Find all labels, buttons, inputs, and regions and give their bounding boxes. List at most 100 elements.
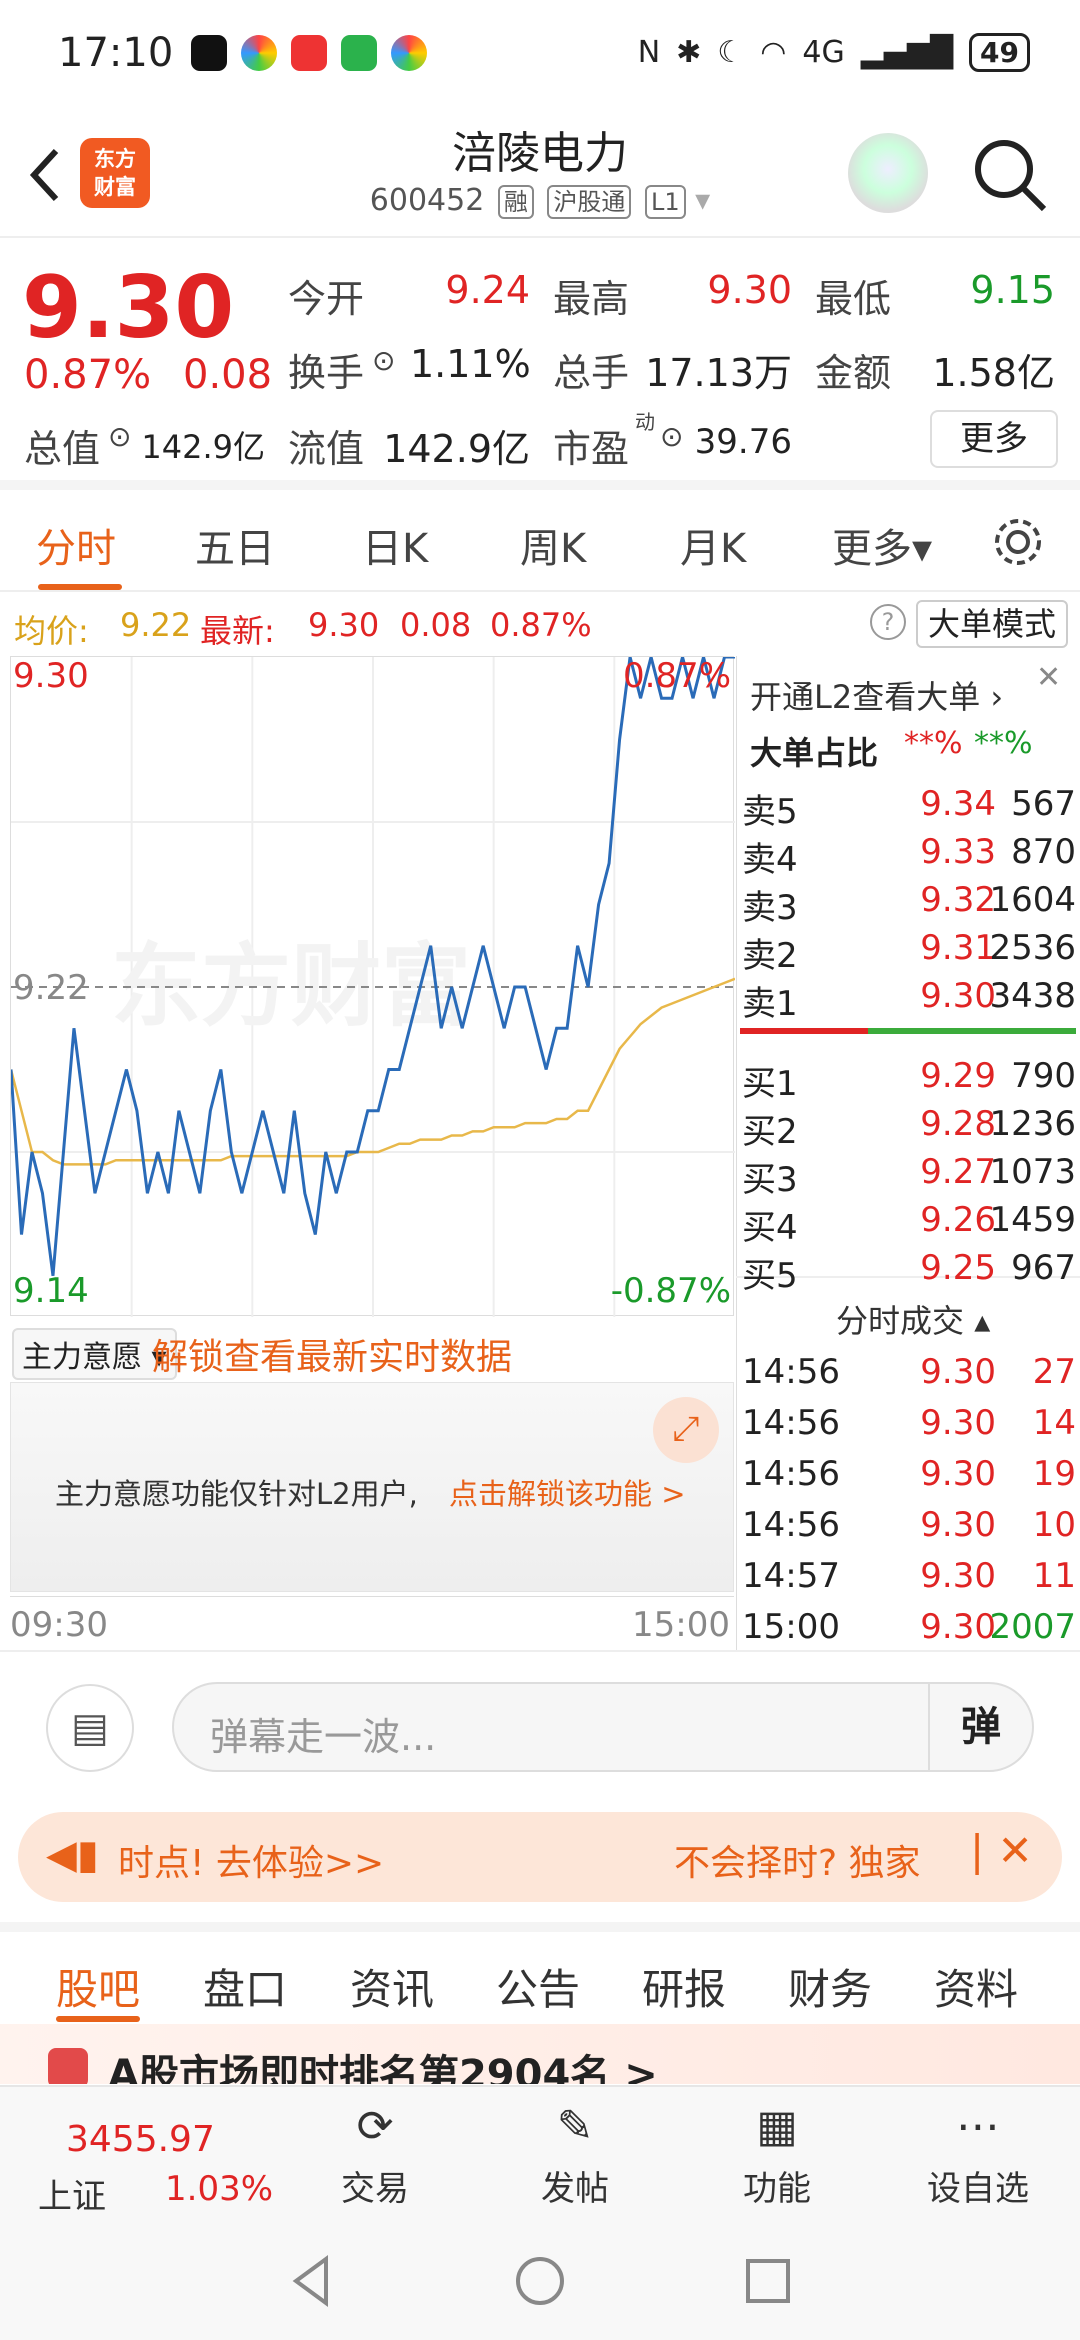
index-percent[interactable]: 1.03%: [165, 2169, 273, 2209]
latest-change: 0.08: [400, 606, 472, 644]
tab-more[interactable]: 更多▾: [832, 516, 932, 574]
tab-intraday[interactable]: 分时: [36, 516, 116, 574]
chart-tabs: 分时 五日 日K 周K 月K 更多▾: [0, 500, 1080, 592]
trades-row-time: 14:57: [742, 1556, 840, 1596]
tab-weekly-k[interactable]: 周K: [520, 516, 586, 574]
tag-margin: 融: [497, 185, 534, 219]
asks-row-label: 卖4: [742, 840, 798, 880]
nav-back-icon[interactable]: [286, 2253, 336, 2309]
trades-row-vol: 19: [1032, 1454, 1076, 1494]
ranking-text: A股市场即时排名第2904名 >: [108, 2052, 658, 2084]
asks-row-label: 卖3: [742, 888, 798, 928]
close-icon[interactable]: | ✕: [970, 1826, 1033, 1875]
promo-left-text: 时点! 去体验>>: [118, 1843, 385, 1884]
avg-label: 均价:: [14, 612, 89, 650]
settings-gear-icon[interactable]: [990, 514, 1046, 570]
main-force-info: 主力意愿功能仅针对L2用户,: [55, 1477, 418, 1511]
danmu-bar: ▤ 弹幕走一波... 弹: [0, 1650, 1080, 1790]
ranking-strip[interactable]: A股市场即时排名第2904名 >: [0, 2024, 1080, 2084]
bids-row-price: 9.27: [920, 1152, 996, 1192]
bids-row-vol: 967: [1011, 1248, 1076, 1288]
bids-row-price: 9.28: [920, 1104, 996, 1144]
status-bar: 17:10 N ✱ ☾ ◠ 4G ▂▄▆█ 49: [0, 0, 1080, 105]
pct-bottom-label: -0.87%: [611, 1271, 731, 1311]
nav-home-icon[interactable]: [514, 2255, 566, 2307]
danmu-send-button[interactable]: 弹: [928, 1684, 1032, 1770]
trades-row-price: 9.30: [920, 1352, 996, 1392]
trades-row-price: 9.30: [920, 1505, 996, 1545]
index-value[interactable]: 3455.97: [66, 2119, 215, 2160]
price-summary-line: 均价: 9.22 最新: 9.30 0.08 0.87% ? 大单模式: [0, 598, 1080, 654]
time-axis: 09:30 15:00: [10, 1596, 734, 1648]
app-icon: [291, 34, 328, 71]
nav-add-watchlist[interactable]: ⋯ 设自选: [908, 2101, 1048, 2210]
bids-row-price: 9.29: [920, 1056, 996, 1096]
nav-post[interactable]: ✎ 发帖: [505, 2101, 645, 2210]
index-name[interactable]: 上证: [38, 2169, 106, 2218]
low-label: 最低: [815, 277, 892, 321]
tab-announcements[interactable]: 公告: [496, 1956, 580, 2017]
ratio-buy: **%: [974, 726, 1033, 761]
trades-row-time: 14:56: [742, 1403, 840, 1443]
pct-top-label: 0.87%: [623, 657, 731, 696]
unlock-link[interactable]: 解锁查看最新实时数据: [152, 1328, 512, 1380]
info-icon[interactable]: ⊙: [660, 420, 683, 453]
tab-finance[interactable]: 财务: [788, 1956, 872, 2017]
latest-value: 9.30: [308, 606, 380, 644]
system-nav-bar: [0, 2225, 1080, 2340]
tab-pankou[interactable]: 盘口: [203, 1956, 287, 2017]
search-icon[interactable]: [970, 135, 1050, 215]
danmu-input[interactable]: 弹幕走一波... 弹: [172, 1682, 1034, 1772]
latest-percent: 0.87%: [490, 606, 592, 644]
unlock-feature-link[interactable]: 点击解锁该功能 >: [449, 1471, 686, 1513]
pe-label: 市盈: [553, 427, 630, 471]
latest-label: 最新:: [200, 612, 275, 650]
nav-trade[interactable]: ⟳ 交易: [305, 2101, 445, 2210]
tab-research[interactable]: 研报: [642, 1956, 726, 2017]
help-icon[interactable]: ?: [870, 604, 906, 640]
asks-row-vol: 870: [1011, 832, 1076, 872]
rank-icon: [48, 2048, 88, 2084]
turnover-value: 1.11%: [410, 342, 531, 386]
assistant-robot-icon[interactable]: [848, 133, 928, 213]
bids-row-vol: 1459: [989, 1200, 1076, 1240]
nav-functions[interactable]: ▦ 功能: [707, 2101, 847, 2210]
tab-monthly-k[interactable]: 月K: [680, 516, 746, 574]
close-icon[interactable]: ✕: [1036, 660, 1061, 695]
tab-five-day[interactable]: 五日: [195, 516, 275, 574]
chevron-down-icon[interactable]: ▾: [695, 183, 710, 218]
info-icon[interactable]: ⊙: [372, 344, 395, 377]
trades-header[interactable]: 分时成交 ▴: [836, 1296, 990, 1342]
tab-guba[interactable]: 股吧: [56, 1956, 140, 2017]
asks-row-price: 9.32: [920, 880, 996, 920]
trades-row-time: 14:56: [742, 1352, 840, 1392]
tab-news[interactable]: 资讯: [350, 1956, 434, 2017]
megaphone-icon: ◀▮: [46, 1832, 99, 1878]
l2-link[interactable]: 开通L2查看大单 ›: [750, 672, 1003, 718]
volume-label: 总手: [553, 351, 630, 395]
ratio-sell: **%: [904, 726, 963, 761]
big-order-mode-button[interactable]: 大单模式: [916, 600, 1069, 648]
bids-row-label: 买1: [742, 1064, 798, 1104]
promo-banner[interactable]: ◀▮ 时点! 去体验>> 不会择时? 独家 | ✕: [18, 1812, 1062, 1902]
pe-value: 39.76: [694, 422, 792, 462]
bids-row-vol: 1236: [989, 1104, 1076, 1144]
active-tab-indicator: [38, 584, 122, 590]
bluetooth-icon: ✱: [676, 35, 702, 70]
more-button[interactable]: 更多: [930, 410, 1058, 468]
info-icon[interactable]: ⊙: [108, 420, 131, 453]
danmu-settings-icon[interactable]: ▤: [46, 1684, 134, 1772]
bids-row-price: 9.25: [920, 1248, 996, 1288]
tab-daily-k[interactable]: 日K: [362, 516, 428, 574]
y-bottom-label: 9.14: [13, 1271, 89, 1311]
nav-recents-icon[interactable]: [744, 2257, 792, 2305]
change-amount: 0.08: [183, 352, 273, 398]
mktcap-label: 总值: [24, 427, 101, 471]
asks-row-vol: 567: [1011, 784, 1076, 824]
pe-sup: 动: [635, 410, 655, 434]
expand-icon[interactable]: ⤢: [653, 1397, 719, 1463]
amount-label: 金额: [815, 351, 892, 395]
bids-row-price: 9.26: [920, 1200, 996, 1240]
tab-profile[interactable]: 资料: [934, 1956, 1018, 2017]
intraday-chart[interactable]: 东方财富 9.30 9.22 9.14 0.87% -0.87%: [10, 656, 735, 1317]
